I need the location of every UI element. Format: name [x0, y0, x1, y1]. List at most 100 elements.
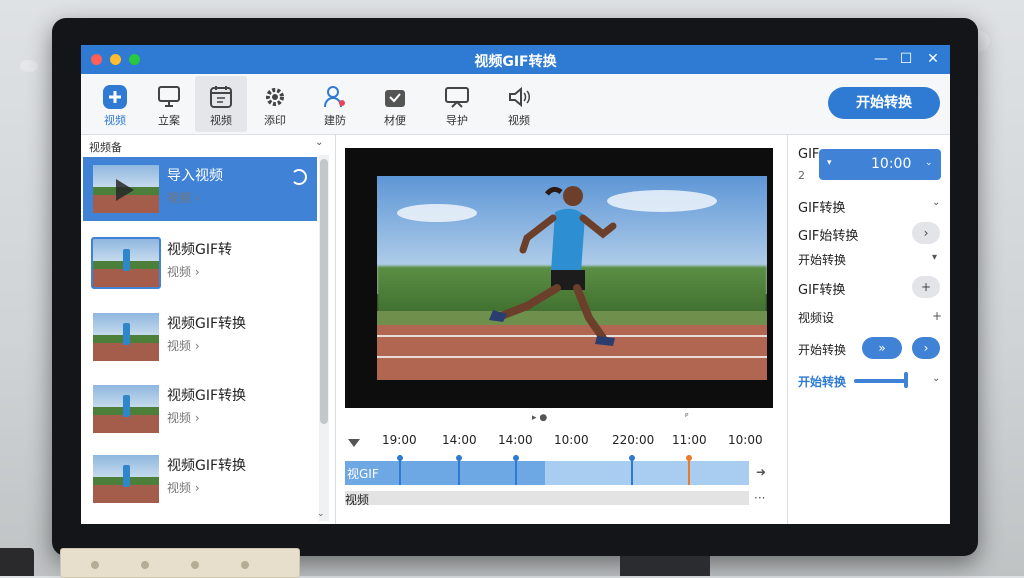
plus-icon[interactable]: + — [932, 309, 942, 323]
list-item-title: 导入视频 — [167, 168, 223, 184]
play-button[interactable]: › — [912, 337, 940, 359]
tool-video[interactable]: 视频 — [195, 76, 247, 132]
tool-label: 建防 — [324, 114, 346, 127]
chevron-down-icon[interactable]: ⌄ — [315, 137, 323, 148]
timeline-marker[interactable] — [629, 455, 635, 485]
setting-label: GIF转换 — [798, 201, 846, 216]
minimize-button[interactable]: — — [871, 49, 891, 69]
gif-label: GIF — [798, 147, 820, 162]
chevron-down-icon: ▾ — [827, 158, 832, 168]
timeline-label: 视GIF — [347, 467, 379, 481]
desk-speaker — [0, 548, 34, 576]
tool-import-video[interactable]: 视频 — [89, 76, 141, 132]
list-item-title: 视频GIF转 — [167, 242, 233, 258]
plus-icon — [103, 85, 127, 109]
setting-label: GIF始转换 — [798, 229, 859, 244]
window-title: 视频GIF转换 — [474, 54, 557, 70]
ruler-label: 14:00 — [442, 433, 477, 447]
tool-label: 添印 — [264, 114, 286, 127]
list-item-title: 视频GIF转换 — [167, 458, 247, 474]
scrollbar-thumb[interactable] — [320, 159, 328, 424]
tool-label: 视频 — [508, 114, 530, 127]
list-item[interactable]: 视频GIF转换 视频 › — [83, 305, 317, 369]
tool-box[interactable]: 材便 — [369, 76, 421, 132]
video-thumbnail — [93, 385, 159, 433]
scrollbar[interactable] — [319, 155, 329, 521]
setting-label: 开始转换 — [798, 375, 847, 389]
list-item[interactable]: 视频GIF转 视频 › — [83, 231, 317, 295]
chevron-down-icon[interactable]: ⌄ — [932, 373, 940, 384]
timeline-marker-current[interactable] — [686, 455, 692, 485]
preview-panel: ▸ ● ᴾ 19:00 14:00 14:00 10:00 220:00 11:… — [336, 135, 786, 524]
list-item[interactable]: 视频GIF转换 视频 › — [83, 377, 317, 441]
list-item[interactable]: 视频GIF转换 视频 › — [83, 447, 317, 511]
title-bar: 视频GIF转换 — ☐ ✕ — [81, 45, 950, 74]
duration-value: 10:00 — [871, 156, 912, 172]
add-button[interactable]: + — [912, 276, 940, 298]
arrow-right-icon[interactable]: ➜ — [756, 465, 766, 479]
settings-panel: GIF 2 ▾ 10:00 ⌄ GIF转换 ⌄ GIF始转换 › 开始转换 ▾ … — [787, 135, 950, 524]
calendar-icon — [210, 86, 232, 108]
caret-down-icon[interactable]: ▾ — [932, 252, 937, 263]
chevron-down-icon: ⌄ — [925, 158, 933, 168]
scroll-down-icon[interactable]: ⌄ — [317, 509, 325, 519]
user-icon — [324, 86, 345, 108]
ruler-label: 220:00 — [612, 433, 655, 447]
setting-label: 视频设 — [798, 311, 835, 325]
maximize-button[interactable]: ☐ — [896, 49, 916, 69]
fast-forward-button[interactable]: » — [862, 337, 902, 359]
list-item-title: 视频GIF转换 — [167, 316, 247, 332]
start-convert-button[interactable]: 开始转换 — [828, 87, 940, 119]
playhead-icon[interactable] — [348, 439, 360, 447]
tool-label: 材便 — [384, 114, 406, 127]
pin-icon[interactable]: ᴾ — [685, 413, 688, 423]
list-item-subtitle: 视频 › — [167, 265, 200, 279]
setting-label: GIF转换 — [798, 283, 846, 298]
monitor-stand-neck — [620, 556, 710, 576]
gear-icon — [266, 88, 284, 106]
app-window: 视频GIF转换 — ☐ ✕ 视频 立案 视频 添印 建防 材便 导护 视频 开始… — [81, 45, 950, 524]
duration-select[interactable]: ▾ 10:00 ⌄ — [819, 149, 941, 180]
video-thumbnail — [93, 165, 159, 213]
ruler-label: 19:00 — [382, 433, 417, 447]
video-list-panel: 视频备 ⌄ 导入视频 视频 › 视频GIF转 视频 › 视频GIF转换 视频 › — [81, 135, 336, 524]
tool-label: 视频 — [210, 114, 232, 127]
list-item-subtitle: 视频 › — [167, 411, 200, 425]
close-button[interactable]: ✕ — [923, 49, 943, 69]
setting-label: 开始转换 — [798, 343, 847, 357]
ruler-label: 14:00 — [498, 433, 533, 447]
video-timeline[interactable]: 视GIF — [345, 455, 749, 485]
tool-display[interactable]: 导护 — [431, 76, 483, 132]
chevron-down-icon[interactable]: ⌄ — [932, 197, 940, 208]
playback-controls[interactable]: ▸ ● — [532, 413, 547, 423]
tool-audio[interactable]: 视频 — [493, 76, 545, 132]
tool-label: 导护 — [446, 114, 468, 127]
tool-screen[interactable]: 立案 — [143, 76, 195, 132]
audio-track[interactable]: 视频 — [345, 491, 749, 507]
video-thumbnail — [91, 237, 161, 289]
box-icon — [385, 90, 405, 107]
next-button[interactable]: › — [912, 222, 940, 244]
list-header: 视频备 — [89, 141, 122, 154]
list-item-subtitle: 视频 › — [167, 191, 200, 205]
more-icon[interactable]: ··· — [754, 491, 765, 505]
video-thumbnail — [93, 313, 159, 361]
video-player[interactable] — [345, 148, 773, 408]
gif-sub-label: 2 — [798, 169, 805, 182]
runner-figure — [489, 186, 617, 346]
play-icon — [116, 179, 134, 201]
timeline-marker[interactable] — [513, 455, 519, 485]
quality-slider[interactable] — [854, 379, 906, 383]
ruler-label: 10:00 — [554, 433, 589, 447]
timeline-marker[interactable] — [456, 455, 462, 485]
tool-user[interactable]: 建防 — [309, 76, 361, 132]
list-item[interactable]: 导入视频 视频 › — [83, 157, 317, 221]
setting-label: 开始转换 — [798, 253, 847, 267]
tool-label: 视频 — [104, 114, 126, 127]
slider-handle[interactable] — [904, 372, 908, 388]
tool-label: 立案 — [158, 114, 180, 127]
video-thumbnail — [93, 455, 159, 503]
tool-settings[interactable]: 添印 — [249, 76, 301, 132]
timeline-marker[interactable] — [397, 455, 403, 485]
monitor-icon — [158, 86, 180, 107]
